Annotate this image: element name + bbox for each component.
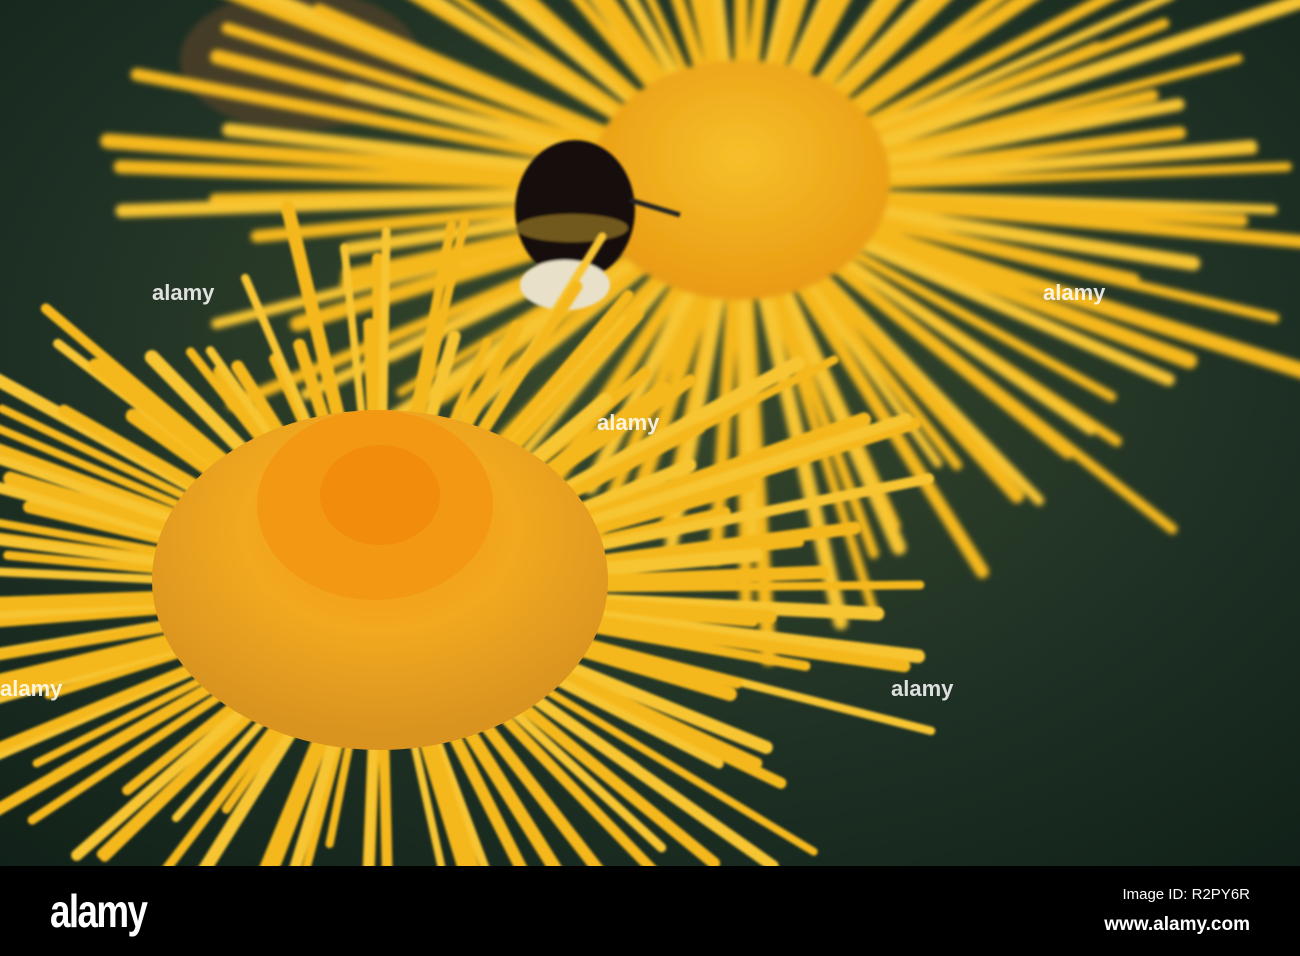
footer-bar: alamy Image ID: R2PY6R www.alamy.com bbox=[0, 866, 1300, 956]
image-id: Image ID: R2PY6R bbox=[1122, 886, 1250, 903]
watermark: alamy bbox=[152, 280, 215, 305]
stock-photo: alamy alamy alamy alamy alamy alamy Imag… bbox=[0, 0, 1300, 956]
watermark: alamy bbox=[597, 410, 660, 435]
watermark: alamy bbox=[0, 676, 63, 701]
front-flower-disc-core bbox=[320, 445, 440, 545]
alamy-logo: alamy bbox=[50, 885, 148, 937]
watermark: alamy bbox=[891, 676, 954, 701]
watermark: alamy bbox=[1043, 280, 1106, 305]
site-url: www.alamy.com bbox=[1104, 914, 1250, 935]
back-flower-disc bbox=[590, 60, 890, 300]
